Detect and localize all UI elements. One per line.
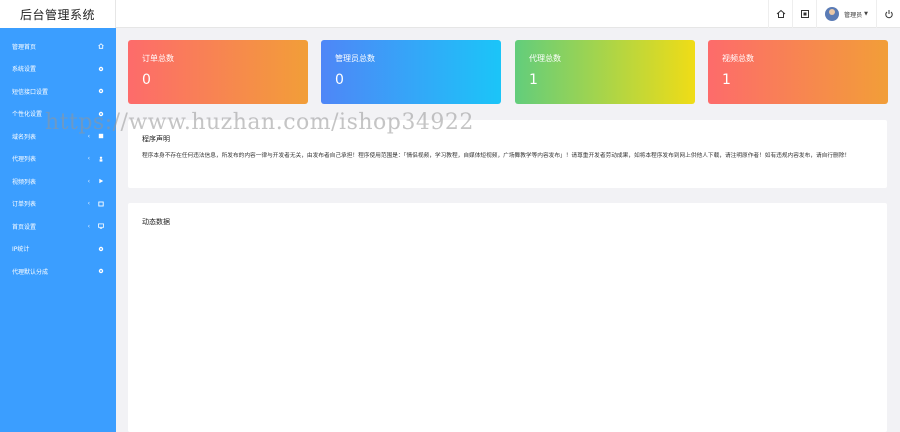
sidebar-item-label: 短信接口设置 (12, 88, 49, 96)
notice-title: 程序声明 (142, 135, 170, 143)
user-icon (98, 156, 104, 162)
top-header: 后台管理系统 管理员 ▼ (0, 0, 900, 28)
sidebar-item-label: 系统设置 (12, 66, 37, 74)
dynamic-data-title: 动态数据 (142, 218, 170, 226)
sidebar-item-videos[interactable]: 视频列表 ‹ (0, 170, 116, 193)
sidebar-item-homepage-settings[interactable]: 首页设置 ‹ (0, 215, 116, 238)
avatar (825, 7, 840, 21)
sidebar-item-label: 代理默认分成 (12, 268, 49, 276)
stat-card-title: 视频总数 (722, 54, 754, 63)
stat-card-value: 0 (142, 72, 151, 88)
sidebar-item-system-settings[interactable]: 系统设置 (0, 58, 116, 81)
sidebar-item-label: 代理列表 (12, 156, 37, 164)
app-title: 后台管理系统 (19, 7, 95, 22)
sidebar-item-label: IP统计 (12, 246, 30, 254)
user-menu[interactable]: 管理员 ▼ (816, 0, 876, 28)
home-button[interactable] (768, 0, 792, 28)
sidebar-item-label: 视频列表 (12, 178, 37, 186)
stat-card-title: 订单总数 (142, 54, 174, 63)
sidebar-item-agent-commission[interactable]: 代理默认分成 (0, 260, 116, 283)
stat-card-admins: 管理员总数 0 (321, 40, 501, 104)
sidebar-item-label: 域名列表 (12, 133, 37, 141)
gear-icon (98, 268, 104, 274)
power-icon (884, 10, 893, 19)
gear-icon (98, 88, 104, 94)
chevron-left-icon: ‹ (87, 177, 90, 185)
gear-icon (98, 66, 104, 72)
home-icon (776, 9, 785, 18)
stat-card-value: 1 (529, 72, 538, 88)
screenshot-button[interactable] (792, 0, 816, 28)
sidebar-item-label: 订单列表 (12, 201, 37, 209)
stat-card-value: 1 (722, 72, 731, 88)
play-icon (98, 178, 104, 184)
header-actions: 管理员 ▼ (768, 0, 900, 28)
sidebar-item-dashboard[interactable]: 管理首页 (0, 35, 116, 58)
stat-card-videos: 视频总数 1 (708, 40, 888, 104)
order-icon (98, 201, 104, 207)
monitor-icon (98, 223, 104, 229)
sidebar-item-sms-settings[interactable]: 短信接口设置 (0, 80, 116, 103)
chevron-left-icon: ‹ (87, 155, 90, 163)
chevron-left-icon: ‹ (87, 200, 90, 208)
notice-text: 程序本身不存在任何违法信息，所发布的内容一律与开发者无关，由发布者自己承担！程序… (142, 153, 851, 159)
chevron-down-icon: ▼ (864, 11, 868, 17)
stat-card-orders: 订单总数 0 (128, 40, 308, 104)
stat-card-title: 管理员总数 (335, 54, 375, 63)
sidebar-item-label: 首页设置 (12, 223, 37, 231)
chevron-left-icon: ‹ (87, 222, 90, 230)
sidebar: 管理首页 系统设置 短信接口设置 个性化设置 域名列表 ‹ 代理列表 ‹ 视频列… (0, 28, 116, 432)
sidebar-item-agents[interactable]: 代理列表 ‹ (0, 148, 116, 171)
screenshot-icon (800, 10, 809, 18)
sidebar-item-ip-stats[interactable]: IP统计 (0, 238, 116, 261)
stat-card-title: 代理总数 (529, 54, 561, 63)
dynamic-data-panel: 动态数据 (128, 203, 887, 432)
watermark: https://www.huzhan.com/ishop34922 (45, 110, 474, 135)
gear-icon (98, 246, 104, 252)
sidebar-item-label: 管理首页 (12, 43, 37, 51)
stat-card-value: 0 (335, 72, 344, 88)
sidebar-item-orders[interactable]: 订单列表 ‹ (0, 193, 116, 216)
sidebar-item-label: 个性化设置 (12, 111, 43, 119)
home-icon (98, 43, 104, 49)
stat-card-agents: 代理总数 1 (515, 40, 695, 104)
brand-logo[interactable]: 后台管理系统 (0, 0, 116, 28)
user-name: 管理员 (844, 11, 863, 19)
logout-button[interactable] (876, 0, 900, 28)
